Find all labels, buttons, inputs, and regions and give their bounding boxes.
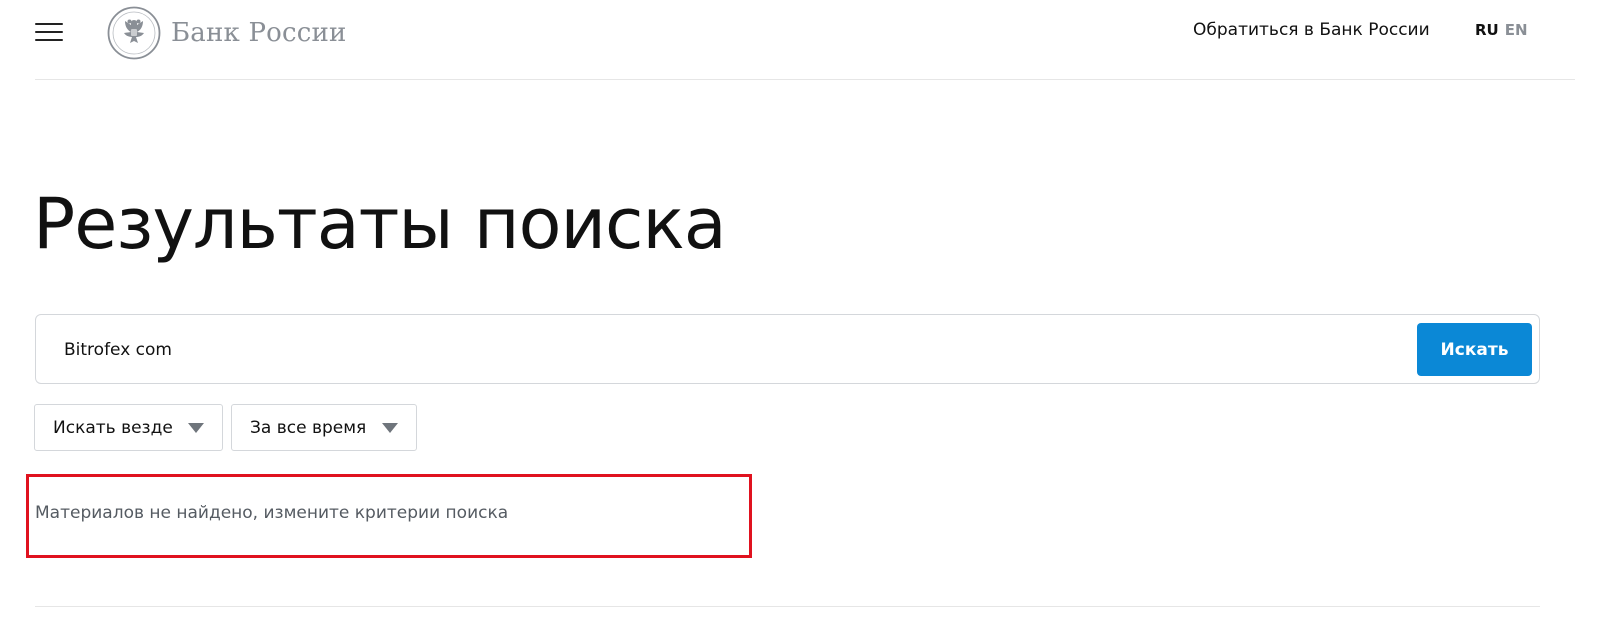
lang-en[interactable]: EN: [1505, 21, 1528, 39]
search-form: Искать: [35, 314, 1540, 384]
search-scope-value: Искать везде: [53, 417, 173, 438]
page-title: Результаты поиска: [33, 183, 727, 265]
chevron-down-icon: [188, 423, 204, 433]
search-button[interactable]: Искать: [1417, 323, 1532, 376]
site-header: Банк России Обратиться в Банк России RU E…: [35, 0, 1575, 80]
divider: [35, 606, 1540, 607]
logo-text: Банк России: [171, 18, 347, 48]
chevron-down-icon: [382, 423, 398, 433]
search-input[interactable]: [62, 331, 1392, 369]
search-period-select[interactable]: За все время: [231, 404, 417, 451]
bank-emblem-icon: [107, 6, 161, 60]
search-scope-select[interactable]: Искать везде: [34, 404, 223, 451]
language-switcher: RU EN: [1475, 21, 1528, 39]
logo[interactable]: Банк России: [107, 5, 347, 61]
no-results-message: Материалов не найдено, измените критерии…: [35, 503, 509, 523]
lang-ru[interactable]: RU: [1475, 21, 1499, 39]
search-period-value: За все время: [250, 417, 367, 438]
menu-icon[interactable]: [35, 22, 63, 42]
contact-bank-link[interactable]: Обратиться в Банк России: [1193, 20, 1430, 40]
